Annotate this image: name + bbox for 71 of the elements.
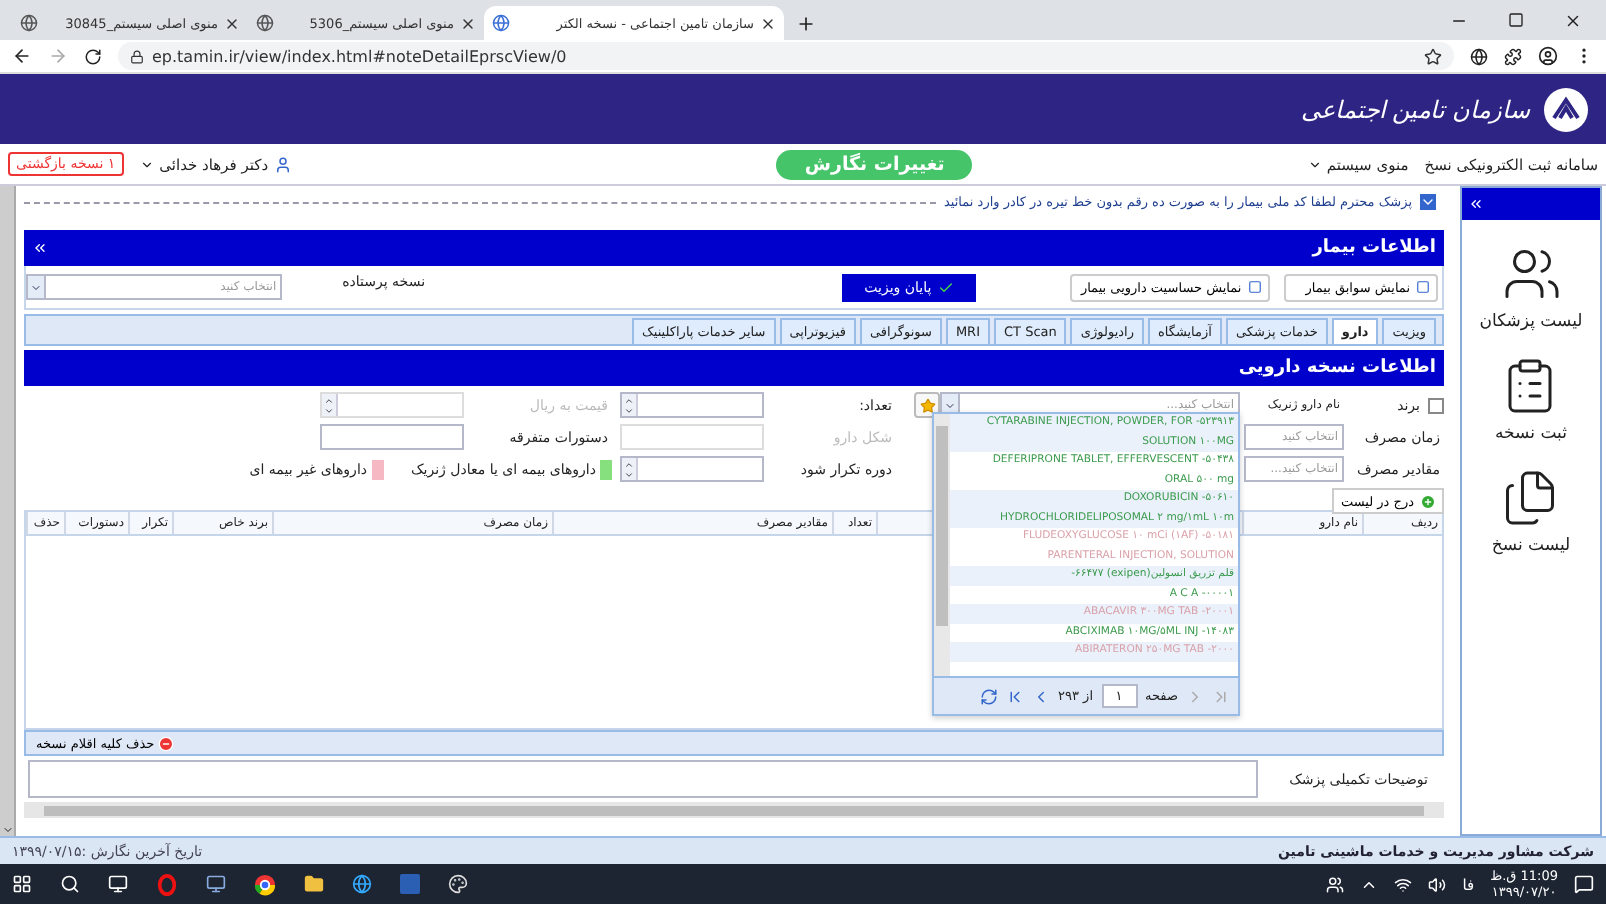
close-icon[interactable] [760,15,776,31]
network-icon[interactable] [1394,875,1413,893]
close-icon[interactable] [460,15,476,31]
collapse-icon[interactable] [32,240,48,256]
scrollbar[interactable] [934,414,950,676]
browser-app-icon[interactable] [254,873,276,895]
search-icon[interactable] [60,874,80,894]
caret-icon [139,157,154,171]
caret-icon [30,281,43,293]
globe-icon [492,14,510,32]
reload-icon[interactable] [84,47,102,65]
spinner-arrows-icon [622,394,638,416]
window-icon [1416,280,1430,294]
people-icon[interactable] [1326,875,1345,893]
user-icon [274,155,293,173]
collapse-icon[interactable] [1420,194,1436,210]
maximize-icon[interactable] [1508,12,1524,28]
section-title: اطلاعات نسخه دارویی [1238,358,1436,378]
globe-icon [256,14,274,32]
plus-icon [1420,493,1436,509]
number-field[interactable] [620,392,764,418]
section-title: اطلاعات بیمار [1312,238,1436,258]
notes-field[interactable] [28,760,1258,798]
sidebar-item[interactable]: لیست پزشکان [1479,312,1583,332]
minus-icon [158,735,175,751]
url-text: ep.tamin.ir/view/index.html#noteDetailEprscView/0 [152,47,567,65]
number-field[interactable] [620,456,764,482]
sidebar-item[interactable]: ثبت نسخه [1495,424,1567,444]
computer-app-icon[interactable] [206,874,226,894]
check-icon [937,279,954,295]
number-field[interactable] [320,392,464,418]
profile-icon[interactable] [1538,46,1558,66]
bookmark-star-icon[interactable] [1424,47,1442,65]
puzzle-icon[interactable] [1504,47,1522,65]
logo-icon [1542,85,1590,133]
caret-icon [1308,157,1323,171]
back-icon[interactable] [12,46,32,66]
spinner-arrows-icon [622,458,638,480]
doctors-icon [1501,244,1561,304]
brand-checkbox[interactable] [1428,397,1444,413]
drug-form-field[interactable] [620,424,764,450]
volume-icon[interactable] [1428,875,1447,893]
star-icon [919,397,935,413]
new-tab-icon[interactable] [796,14,816,34]
spinner-arrows-icon [322,394,338,416]
scrollbar[interactable] [0,186,16,836]
ring-app-icon[interactable] [156,873,178,895]
folder-icon[interactable] [304,874,324,894]
globe-icon[interactable] [1470,47,1488,65]
caret-icon [944,399,956,411]
first-page-icon[interactable] [1006,687,1024,705]
refresh-icon[interactable] [980,687,998,705]
globe-icon [20,14,38,32]
scroll-down-icon[interactable] [1,824,13,836]
close-icon[interactable] [1564,11,1582,29]
sidebar-item[interactable]: لیست نسخ [1491,536,1571,556]
address-bar[interactable]: ep.tamin.ir/view/index.html#noteDetailEprscView/0 [118,42,1454,70]
misc-instructions-field[interactable] [320,424,464,450]
favorite-button[interactable] [914,392,940,418]
task-view-icon[interactable] [108,874,128,894]
collapse-icon[interactable] [1468,196,1484,212]
window-icon [1247,280,1262,294]
start-icon[interactable] [12,874,32,894]
palette-icon[interactable] [448,874,468,894]
notifications-icon[interactable] [1574,874,1594,894]
lock-icon [130,49,144,63]
scrollbar[interactable] [24,802,1444,818]
close-icon[interactable] [224,15,240,31]
previous-page-icon[interactable] [1032,687,1050,705]
globe-icon[interactable] [352,874,372,894]
organization-name: سازمان تامین اجتماعی [1300,95,1530,123]
